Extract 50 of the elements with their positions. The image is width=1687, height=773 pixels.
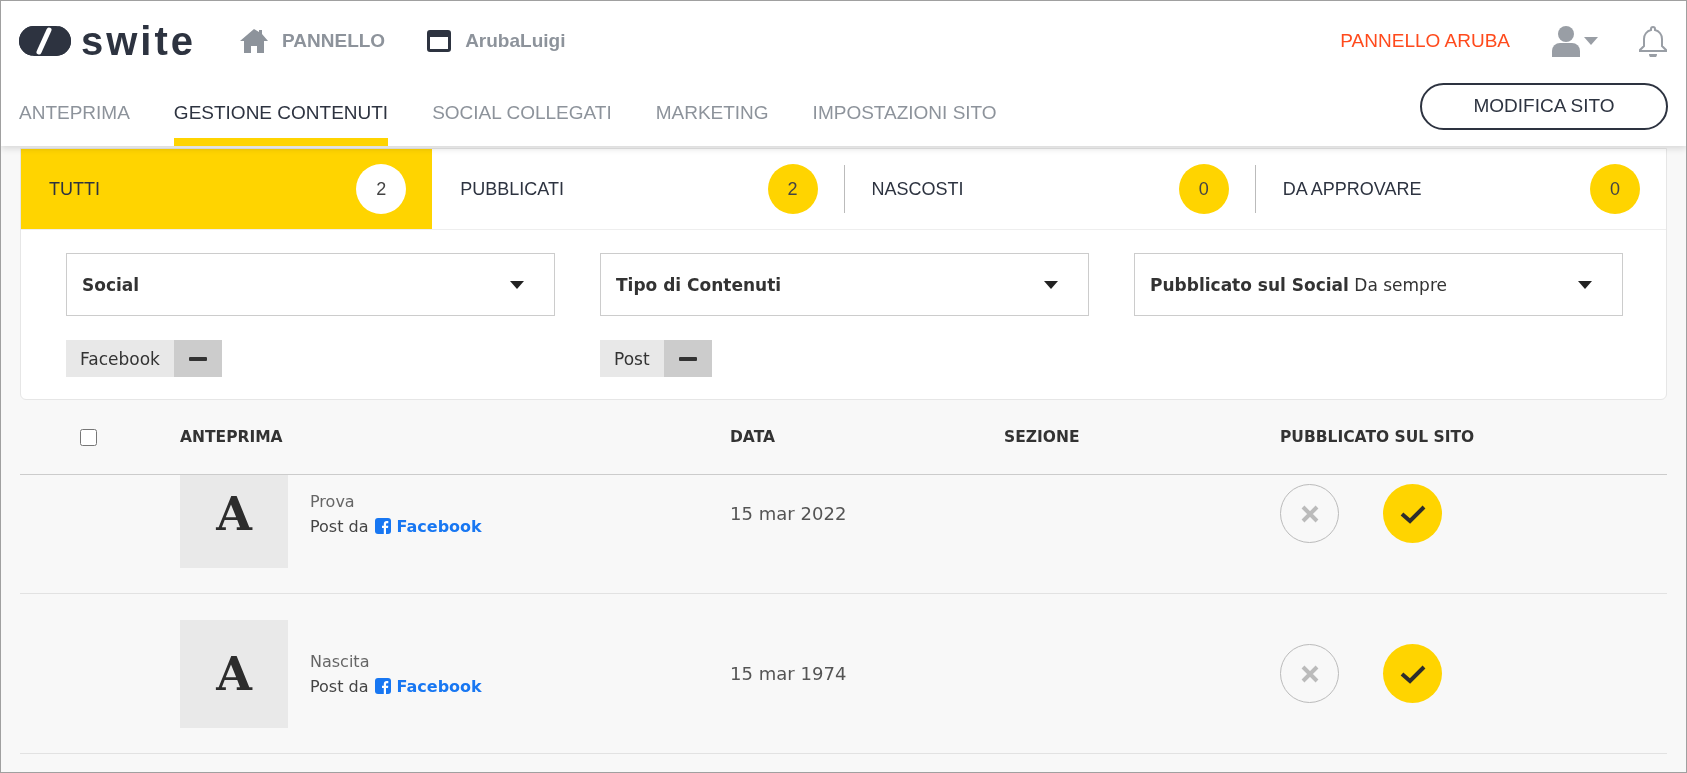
year-text: 1974 (800, 663, 847, 684)
facebook-icon (374, 678, 391, 694)
caret-icon (1584, 36, 1598, 45)
column-header: SEZIONE (1004, 428, 1081, 446)
post-title: Prova (310, 491, 356, 511)
count-badge: 0 (1590, 164, 1640, 214)
filter-dropdown[interactable]: Social (66, 253, 555, 316)
count-badge: 2 (767, 164, 818, 214)
check-icon (1399, 663, 1426, 684)
bell-icon (1638, 24, 1668, 57)
status-tab[interactable]: TUTTI 2 (21, 149, 433, 229)
minus-icon (678, 356, 697, 361)
column-header: ANTEPRIMA (180, 428, 284, 446)
facebook-icon (374, 518, 391, 534)
source-label: Post da (310, 516, 369, 536)
user-icon (1552, 24, 1580, 57)
close-icon (1299, 503, 1320, 524)
home-icon (240, 28, 269, 53)
preview-thumbnail: A (180, 475, 288, 568)
user-menu-button[interactable] (1552, 24, 1598, 57)
preview-thumbnail: A (180, 619, 288, 728)
filter-chip: Facebook (66, 340, 174, 377)
count-badge: 0 (1178, 164, 1229, 214)
caret-icon (1044, 280, 1058, 289)
minus-icon (188, 356, 207, 361)
year-text: 2022 (800, 503, 847, 524)
select-all-checkbox[interactable] (80, 428, 97, 446)
logo-text: swite (81, 20, 197, 61)
caret-icon (510, 280, 524, 289)
count-badge: 2 (356, 164, 407, 214)
edit-site-button[interactable]: MODIFICA SITO (1420, 82, 1668, 130)
date-text: 15 mar (730, 663, 795, 684)
filter-dropdown[interactable]: Pubblicato sul Social Da sempre (1134, 253, 1623, 316)
remove-chip-button[interactable] (663, 340, 712, 377)
notifications-button[interactable] (1638, 24, 1668, 57)
filter-chip: Post (600, 340, 664, 377)
filter-dropdown[interactable]: Tipo di Contenuti (600, 253, 1089, 316)
facebook-link[interactable]: Facebook (374, 676, 482, 696)
post-title: Nascita (310, 651, 371, 671)
column-header: DATA (730, 428, 777, 446)
remove-chip-button[interactable] (173, 340, 222, 377)
check-icon (1399, 503, 1426, 524)
date-text: 15 mar (730, 503, 795, 524)
column-header: PUBBLICATO SUL SITO (1280, 428, 1476, 446)
caret-icon (1578, 280, 1592, 289)
source-label: Post da (310, 676, 369, 696)
browser-window-icon (427, 29, 452, 52)
facebook-link[interactable]: Facebook (374, 516, 482, 536)
close-icon (1299, 663, 1320, 684)
logo-icon (19, 25, 71, 56)
